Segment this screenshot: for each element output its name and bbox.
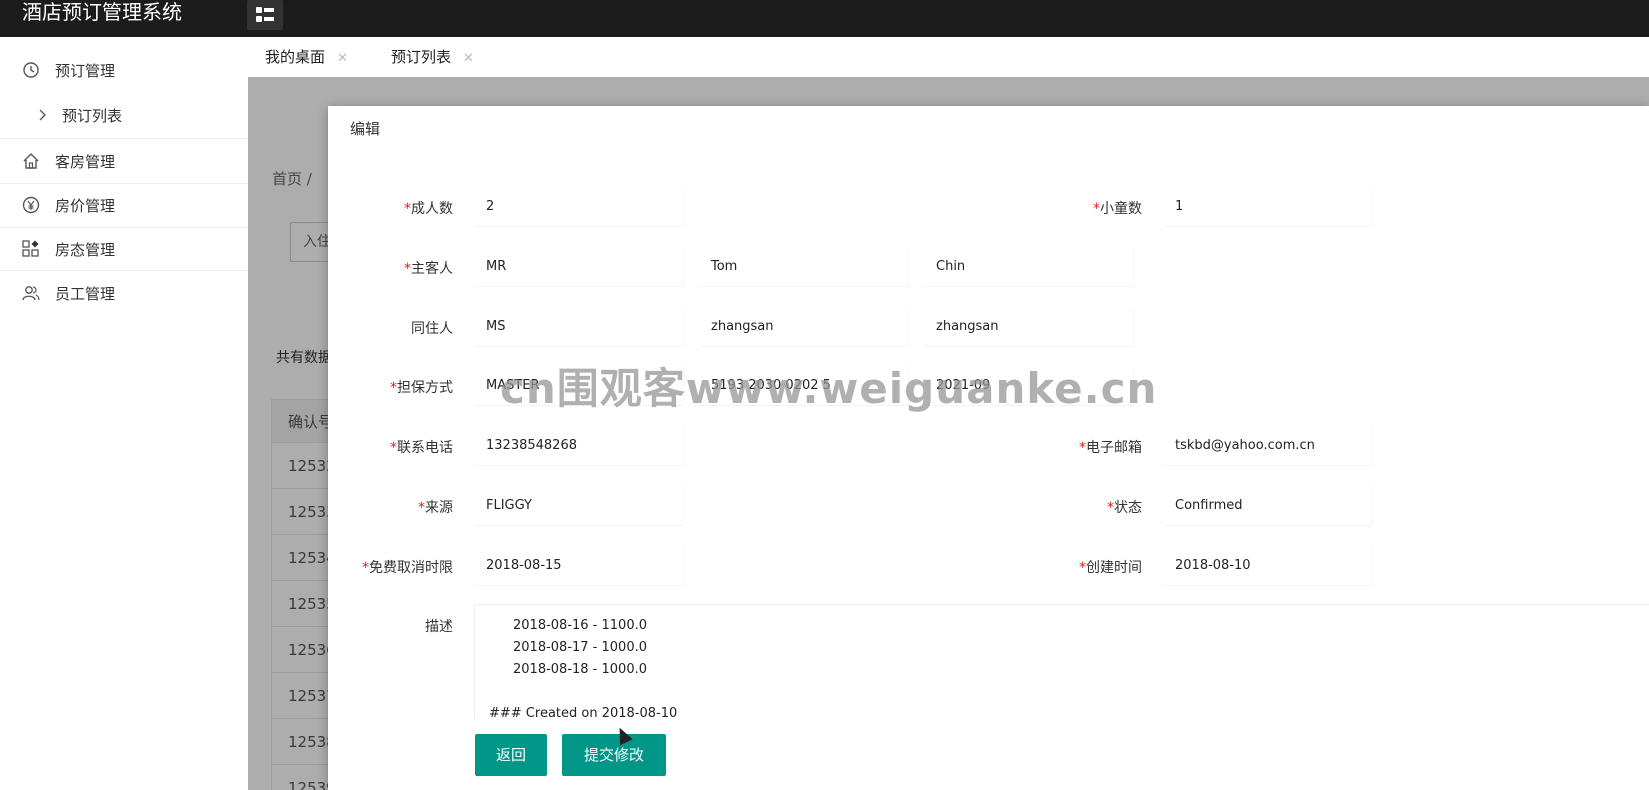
main-guest-label: *主客人 [404, 261, 453, 277]
sidebar-item-rooms[interactable]: 客房管理 [0, 139, 248, 183]
source-field[interactable]: FLIGGY [474, 486, 684, 526]
tab-desktop[interactable]: 我的桌面 ✕ [265, 37, 348, 77]
description-line: 2018-08-17 - 1000.0 [513, 640, 647, 655]
tab-bar: 我的桌面 ✕ 预订列表 ✕ [248, 37, 1649, 77]
menu-toggle-button[interactable] [247, 0, 283, 30]
sidebar-item-staff[interactable]: 员工管理 [0, 271, 248, 315]
co-guest-title-field[interactable]: MS [474, 307, 684, 347]
main-guest-first-name-field[interactable]: Tom [699, 247, 909, 287]
submit-changes-button[interactable]: 提交修改 [562, 734, 666, 776]
children-field[interactable]: 1 [1163, 187, 1373, 227]
status-field[interactable]: Confirmed [1163, 486, 1373, 526]
created-time-field[interactable]: 2018-08-10 [1163, 546, 1373, 586]
tab-label: 我的桌面 [265, 48, 326, 66]
status-label: *状态 [1107, 500, 1142, 516]
back-button[interactable]: 返回 [475, 734, 547, 776]
email-field[interactable]: tskbd@yahoo.com.cn [1163, 426, 1373, 466]
watermark: cn围观客www.weiguanke.cn [500, 364, 1158, 413]
email-label: *电子邮箱 [1079, 440, 1142, 456]
close-icon[interactable]: ✕ [463, 51, 474, 66]
app-title: 酒店预订管理系统 [22, 0, 182, 24]
guarantee-label: *担保方式 [390, 380, 453, 396]
tab-label: 预订列表 [391, 48, 452, 66]
home-icon [22, 152, 40, 170]
sidebar-item-label: 预订管理 [55, 61, 116, 80]
source-label: *来源 [418, 500, 453, 516]
yen-icon [22, 196, 40, 214]
chevron-right-icon [33, 106, 51, 124]
close-icon[interactable]: ✕ [337, 51, 348, 66]
description-footer: ### Created on 2018-08-10 [489, 706, 678, 719]
sidebar-item-reservation-list[interactable]: 预订列表 [0, 93, 248, 137]
cancel-deadline-label: *免费取消时限 [362, 560, 453, 576]
children-label: *小童数 [1093, 201, 1142, 217]
main-guest-last-name-field[interactable]: Chin [924, 247, 1134, 287]
dialog-body: · · · *成人数 2 *小童数 1 *主客人 MR Tom Chin 同住人… [328, 146, 1649, 790]
menu-list-icon [256, 7, 274, 22]
sidebar-item-rates[interactable]: 房价管理 [0, 183, 248, 227]
sidebar-item-label: 员工管理 [55, 284, 116, 303]
history-icon [22, 61, 40, 79]
edit-dialog: 编辑 · · · *成人数 2 *小童数 1 *主客人 MR Tom Chin … [328, 106, 1649, 790]
description-line: 2018-08-18 - 1000.0 [513, 662, 647, 677]
co-guest-last-name-field[interactable]: zhangsan [924, 307, 1134, 347]
users-icon [22, 284, 40, 302]
adults-field[interactable]: 2 [474, 187, 684, 227]
sidebar-item-label: 预订列表 [62, 106, 123, 125]
description-line: 2018-08-16 - 1100.0 [513, 618, 647, 633]
apps-icon [22, 240, 40, 258]
co-guest-first-name-field[interactable]: zhangsan [699, 307, 909, 347]
cancel-deadline-field[interactable]: 2018-08-15 [474, 546, 684, 586]
sidebar: 预订管理 预订列表 客房管理 房价管理 房态管理 员工管理 [0, 37, 248, 790]
main-guest-title-field[interactable]: MR [474, 247, 684, 287]
phone-label: *联系电话 [390, 440, 453, 456]
scroll-indicator: · · · [440, 146, 459, 152]
tab-reservation-list[interactable]: 预订列表 ✕ [391, 37, 474, 77]
dialog-title: 编辑 [350, 120, 381, 138]
sidebar-item-label: 房态管理 [55, 240, 116, 259]
phone-field[interactable]: 13238548268 [474, 426, 684, 466]
adults-label: *成人数 [404, 201, 453, 217]
description-label: 描述 [425, 619, 453, 635]
top-bar: 酒店预订管理系统 [0, 0, 1649, 37]
sidebar-item-label: 房价管理 [55, 196, 116, 215]
co-guest-label: 同住人 [411, 321, 453, 337]
description-textarea[interactable]: 2018-08-16 - 1100.0 2018-08-17 - 1000.0 … [474, 604, 1649, 719]
description-blank [489, 681, 1649, 703]
sidebar-item-room-status[interactable]: 房态管理 [0, 227, 248, 271]
sidebar-item-label: 客房管理 [55, 152, 116, 171]
created-time-label: *创建时间 [1079, 560, 1142, 576]
sidebar-item-reservations[interactable]: 预订管理 [0, 48, 248, 92]
